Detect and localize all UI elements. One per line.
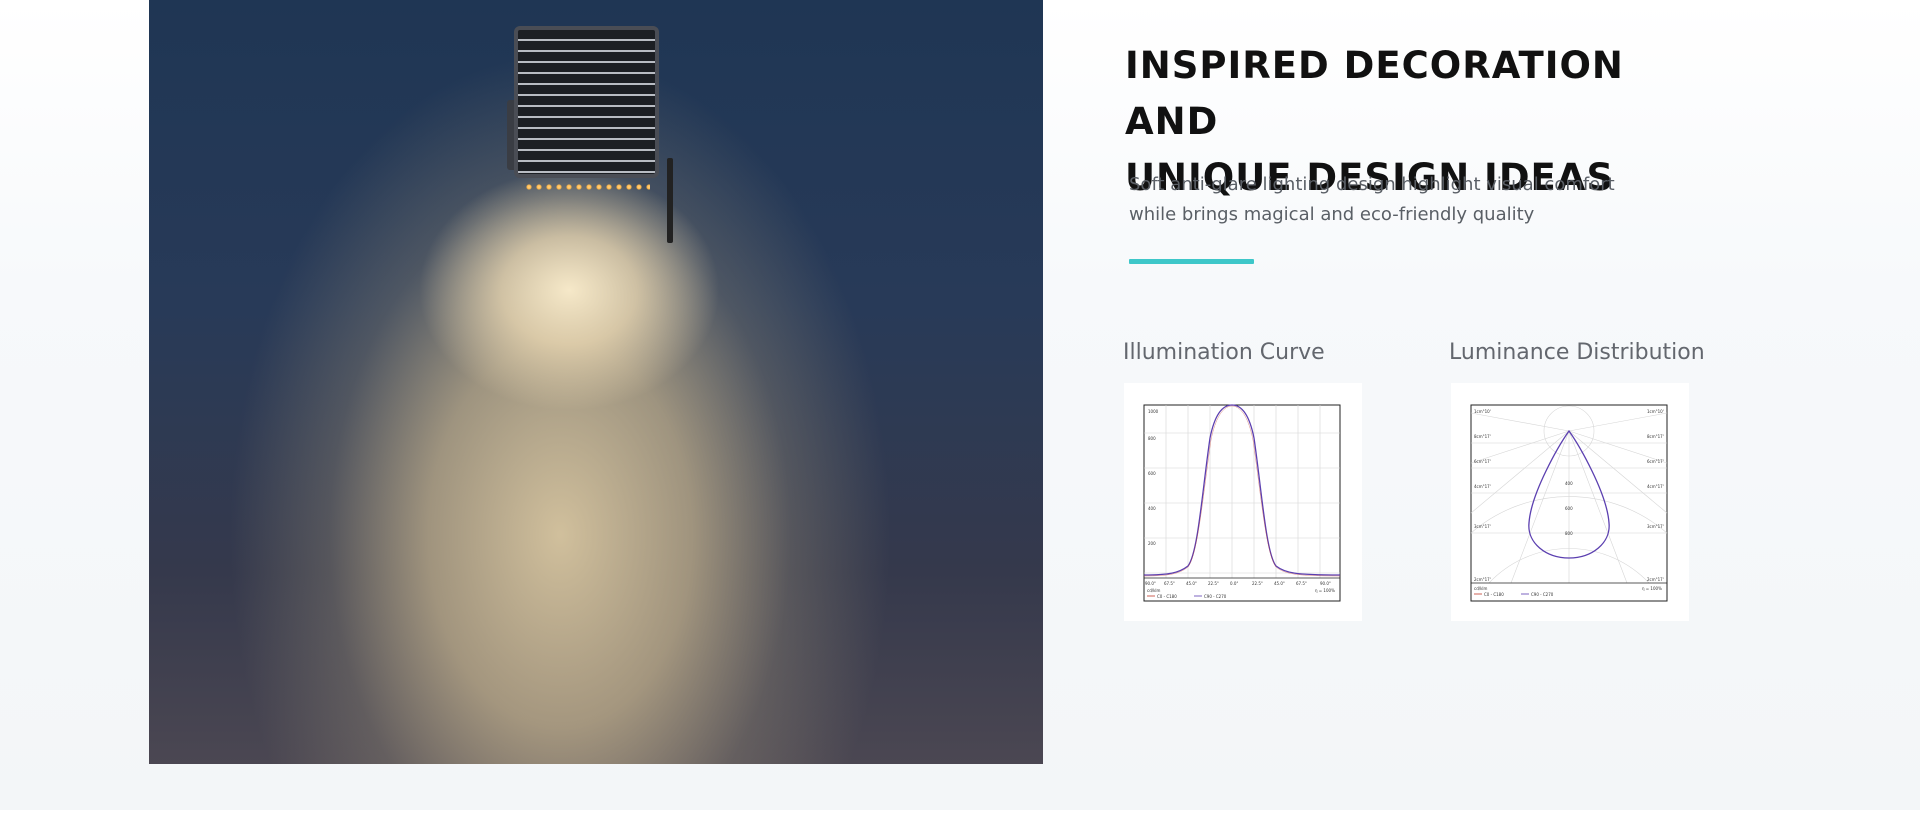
ring-label: 600 [1565,506,1573,511]
solar-panel [514,26,659,178]
luminance-distribution-caption: Luminance Distribution [1449,340,1705,365]
description-line-1: Soft anti-glare lighting design highligh… [1129,174,1615,195]
left-label: 1cm°10' [1474,409,1491,414]
y-tick-1000: 1000 [1148,409,1159,414]
x-tick: 0.0° [1230,581,1238,586]
y-tick-600: 600 [1148,471,1156,476]
product-feature-section: INSPIRED DECORATION AND UNIQUE DESIGN ID… [0,0,1920,810]
section-description: Soft anti-glare lighting design highligh… [1129,170,1649,230]
left-label: 3cm°17' [1474,524,1491,529]
heading-line-1: INSPIRED DECORATION AND [1125,44,1624,143]
x-tick: 67.5° [1296,581,1307,586]
illumination-curve-card[interactable]: 1000 800 600 400 200 90.0° 67.5° 45.0° 2… [1124,383,1362,621]
x-tick: 45.0° [1274,581,1285,586]
led-strip [525,184,650,190]
product-photo [149,0,1043,764]
illumination-efficiency: η = 100% [1315,588,1335,593]
luminance-distribution-card[interactable]: 1cm°10' 8cm°17' 6cm°17' 4cm°17' 3cm°17' … [1451,383,1689,621]
x-tick: 45.0° [1186,581,1197,586]
right-label: 1cm°10' [1647,409,1664,414]
luminance-legend-2: C90 - C270 [1531,592,1554,597]
luminance-legend-1: C0 - C180 [1484,592,1504,597]
right-label: 4cm°17' [1647,484,1664,489]
section-bottom-strip [0,810,1920,834]
y-tick-200: 200 [1148,541,1156,546]
luminance-unit: cd/klm [1474,586,1488,591]
luminance-efficiency: η = 100% [1642,586,1662,591]
accent-divider [1129,259,1254,264]
luminance-distribution-diagram: 1cm°10' 8cm°17' 6cm°17' 4cm°17' 3cm°17' … [1470,404,1668,602]
right-label: 3cm°17' [1647,524,1664,529]
left-label: 4cm°17' [1474,484,1491,489]
illumination-legend-2: C90 - C270 [1204,594,1227,599]
x-tick: 67.5° [1164,581,1175,586]
right-label: 2cm°17' [1647,577,1664,582]
lamp-bracket [667,158,673,243]
description-line-2: while brings magical and eco-friendly qu… [1129,204,1535,225]
x-tick: 90.0° [1145,581,1156,586]
x-tick: 22.5° [1252,581,1263,586]
illumination-curve-caption: Illumination Curve [1123,340,1325,365]
illumination-curve-diagram: 1000 800 600 400 200 90.0° 67.5° 45.0° 2… [1143,404,1341,602]
illumination-unit: cd/klm [1147,588,1161,593]
y-tick-800: 800 [1148,436,1156,441]
left-label: 8cm°17' [1474,434,1491,439]
ring-label: 400 [1565,481,1573,486]
x-tick: 22.5° [1208,581,1219,586]
illumination-legend-1: C0 - C180 [1157,594,1177,599]
right-label: 6cm°17' [1647,459,1664,464]
x-tick: 90.0° [1320,581,1331,586]
y-tick-400: 400 [1148,506,1156,511]
left-label: 2cm°17' [1474,577,1491,582]
ring-label: 800 [1565,531,1573,536]
left-label: 6cm°17' [1474,459,1491,464]
right-label: 8cm°17' [1647,434,1664,439]
